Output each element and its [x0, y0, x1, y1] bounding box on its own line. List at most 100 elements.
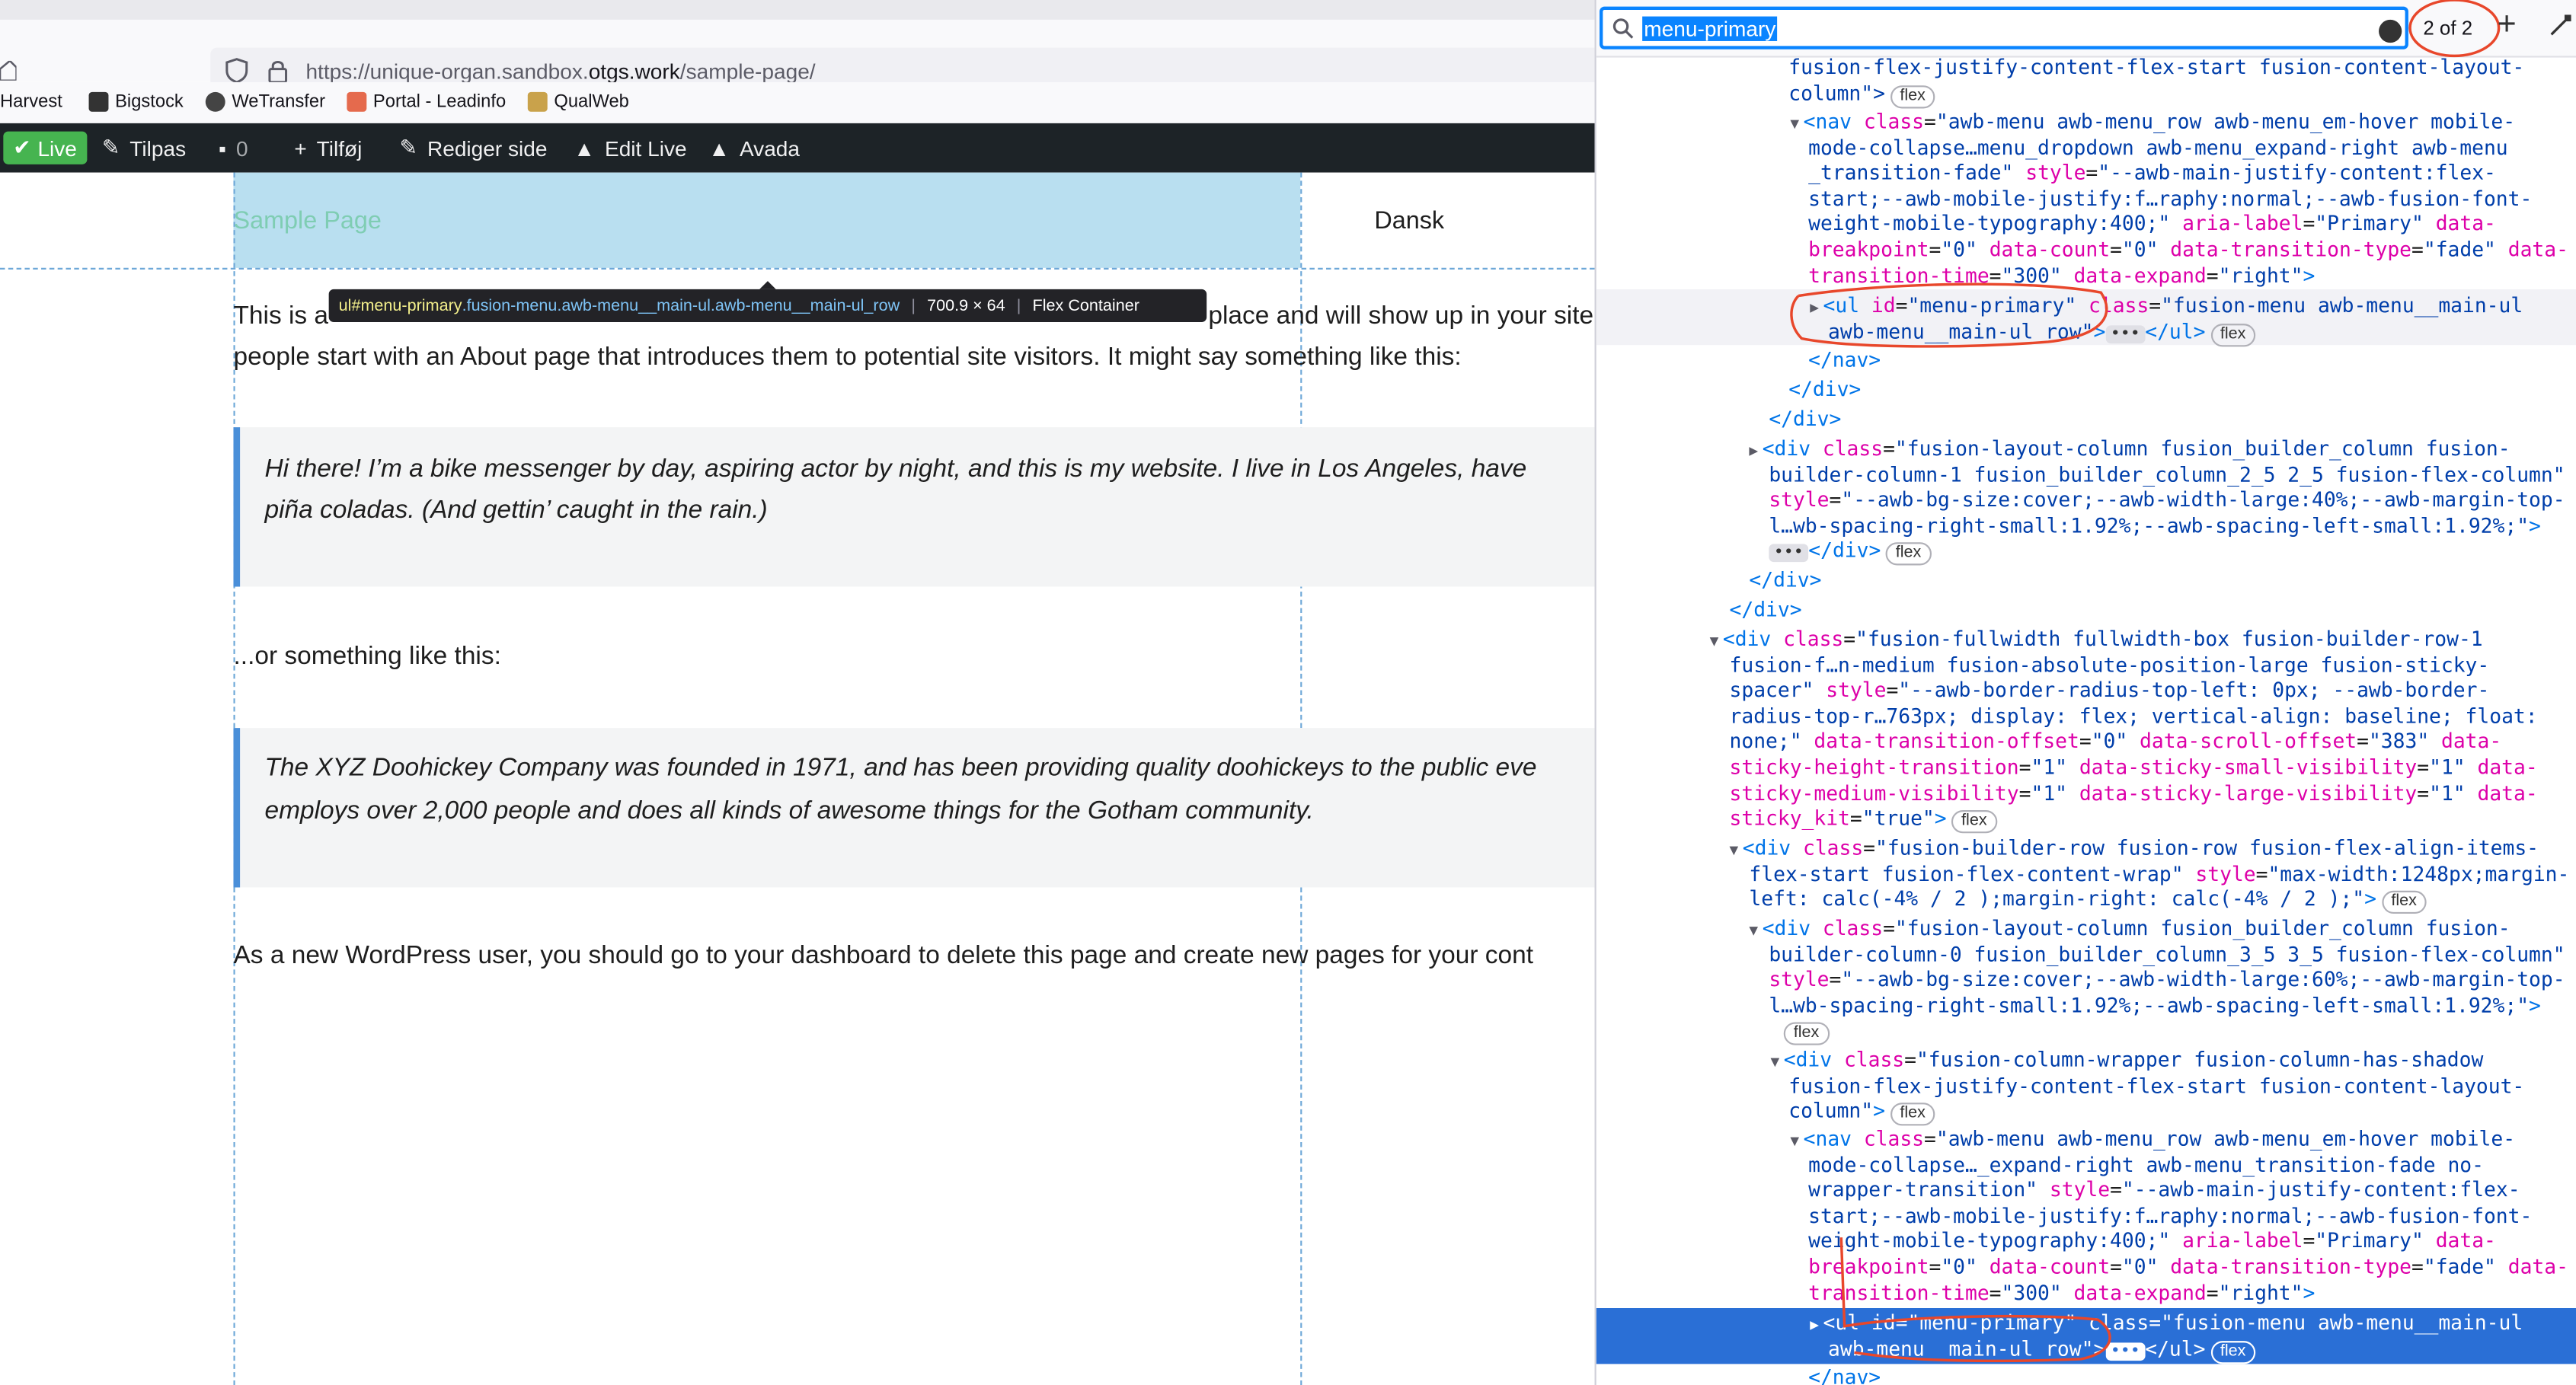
markup-line[interactable]: </div> — [1730, 598, 1802, 624]
bookmark-leadinfo[interactable]: Portal - Leadinfo — [347, 91, 506, 112]
markup-line[interactable]: style="--awb-bg-size:cover;--awb-width-l… — [1769, 488, 2565, 514]
markup-line[interactable]: ••• </div> flex — [1769, 540, 1932, 566]
markup-line[interactable]: </div> — [1749, 569, 1821, 595]
markup-line[interactable]: weight-mobile-typography:400;" aria-labe… — [1808, 212, 2496, 238]
language-switcher[interactable]: Dansk — [1374, 207, 1444, 235]
avada-label: Avada — [739, 136, 801, 161]
markup-line-div[interactable]: ▼ <div class="fusion-layout-column fusion… — [1749, 917, 2510, 943]
bookmark-harvest[interactable]: Harvest — [0, 92, 62, 112]
markup-line[interactable]: breakpoint="0" data-count="0" data-trans… — [1808, 238, 2568, 264]
lock-icon[interactable] — [267, 58, 289, 85]
edit-page-button[interactable]: ✎ Rediger side — [399, 123, 547, 173]
markup-line[interactable]: radius-top-r…763px; display: flex; verti… — [1730, 704, 2538, 730]
expand-arrow-icon[interactable]: ▼ — [1770, 1055, 1783, 1072]
inspector-tooltip: ul #menu-primary .fusion-menu.awb-menu__ma… — [328, 281, 1207, 323]
flex-badge[interactable]: flex — [1890, 1103, 1935, 1126]
markup-line[interactable]: sticky_kit="true"> flex — [1730, 807, 1997, 834]
quote-line: The XYZ Doohickey Company was founded in… — [264, 754, 1537, 783]
tooltip-size: 700.9 × 64 — [927, 296, 1005, 315]
search-input[interactable]: menu-primary — [1600, 6, 2408, 49]
customize-button[interactable]: ✎ Tilpas — [102, 123, 186, 173]
markup-line[interactable]: column"> flex — [1788, 81, 1935, 108]
markup-line-nav[interactable]: ▼ <nav class="awb-menu awb-menu_row awb-m… — [1790, 110, 2515, 136]
flex-badge[interactable]: flex — [2210, 1340, 2256, 1364]
markup-line[interactable]: none;" data-transition-offset="0" data-s… — [1730, 730, 2502, 756]
markup-line[interactable]: wrapper-transition" style="--awb-main-ju… — [1808, 1179, 2520, 1205]
add-new-button[interactable]: + Tilføj — [294, 123, 362, 173]
markup-line[interactable]: start;--awb-mobile-justify:f…raphy:norma… — [1808, 187, 2532, 213]
markup-line[interactable]: </nav> — [1808, 1366, 1881, 1385]
markup-line[interactable]: mode-collapse…menu_dropdown awb-menu_exp… — [1808, 136, 2508, 161]
shield-icon[interactable] — [225, 58, 248, 85]
annotation-circle — [2408, 0, 2501, 58]
markup-line[interactable]: builder-column-1 fusion_builder_column_2… — [1769, 463, 2565, 489]
markup-line[interactable]: start;--awb-mobile-justify:f…raphy:norma… — [1808, 1205, 2532, 1230]
markup-line-div[interactable]: ▼ <div class="fusion-builder-row fusion-r… — [1730, 837, 2539, 863]
markup-line[interactable]: l…wb-spacing-right-small:1.92%;--awb-spa… — [1769, 994, 2541, 1020]
comments-button[interactable]: ▪ 0 — [219, 123, 248, 173]
markup-line[interactable]: flex-start fusion-flex-content-wrap" sty… — [1749, 862, 2569, 888]
markup-line[interactable]: </div> — [1788, 378, 1861, 404]
expand-arrow-icon[interactable]: ▼ — [1790, 116, 1803, 133]
flex-badge[interactable]: flex — [1885, 543, 1932, 566]
markup-line[interactable]: builder-column-0 fusion_builder_column_3… — [1769, 943, 2565, 969]
add-icon[interactable]: + — [2497, 7, 2516, 45]
annotation-circle — [1839, 1237, 2111, 1363]
brush-icon: ✎ — [101, 134, 120, 160]
markup-line[interactable]: fusion-flex-justify-content-flex-start f… — [1788, 56, 2524, 81]
bookmark-wetransfer[interactable]: WeTransfer — [205, 91, 325, 112]
flex-badge[interactable]: flex — [2210, 323, 2256, 346]
blockquote-2: The XYZ Doohickey Company was founded in… — [233, 728, 1615, 888]
avada-logo-icon: ▲ — [708, 136, 730, 161]
markup-line[interactable]: _transition-fade" style="--awb-main-just… — [1808, 161, 2496, 187]
screen: https://unique-organ.sandbox.otgs.work/s… — [0, 0, 2576, 1385]
tooltip-separator: | — [911, 296, 916, 315]
avada-menu-button[interactable]: ▲ Avada — [708, 123, 800, 173]
live-button[interactable]: ✔ Live — [3, 123, 87, 173]
markup-line[interactable]: style="--awb-bg-size:cover;--awb-width-l… — [1769, 969, 2565, 994]
menu-item-sample-page[interactable]: Sample Page — [233, 207, 381, 235]
flex-badge[interactable]: flex — [2381, 891, 2427, 914]
markup-line-div[interactable]: ▼ <div class="fusion-column-wrapper fusio… — [1770, 1048, 2483, 1074]
home-icon[interactable] — [0, 60, 17, 81]
edit-live-button[interactable]: ▲ Edit Live — [574, 123, 686, 173]
markup-line[interactable]: flex — [1779, 1020, 1830, 1046]
bookmark-bigstock[interactable]: Bigstock — [88, 91, 184, 112]
eyedropper-icon[interactable] — [2550, 13, 2573, 36]
bigstock-icon — [88, 91, 109, 112]
markup-line[interactable]: spacer" style="--awb-border-radius-top-l… — [1730, 679, 2490, 705]
markup-line[interactable]: </nav> — [1808, 349, 1881, 375]
bookmark-qualweb[interactable]: QualWeb — [527, 91, 629, 112]
url-text[interactable]: https://unique-organ.sandbox.otgs.work/s… — [305, 59, 815, 84]
search-icon — [1612, 18, 1634, 39]
markup-line-div[interactable]: ▼ <div class="fusion-fullwidth fullwidth-… — [1710, 627, 2483, 653]
tooltip-type: Flex Container — [1032, 296, 1139, 315]
clear-icon[interactable] — [2379, 19, 2402, 43]
collapse-arrow-icon[interactable]: ▶ — [1749, 444, 1762, 461]
flex-badge[interactable]: flex — [1951, 810, 1997, 834]
markup-line[interactable]: fusion-f…n-medium fusion-absolute-positi… — [1730, 653, 2490, 679]
expand-arrow-icon[interactable]: ▼ — [1730, 843, 1743, 860]
expand-arrow-icon[interactable]: ▼ — [1749, 924, 1762, 940]
markup-line[interactable]: sticky-height-transition="1" data-sticky… — [1730, 756, 2538, 782]
paragraph-intro-line1-end: place and will show up in your site — [1208, 302, 1594, 330]
markup-line[interactable]: l…wb-spacing-right-small:1.92%;--awb-spa… — [1769, 514, 2541, 540]
markup-line-nav[interactable]: ▼ <nav class="awb-menu awb-menu_row awb-m… — [1790, 1128, 2515, 1154]
markup-line[interactable]: sticky-medium-visibility="1" data-sticky… — [1730, 781, 2538, 807]
markup-line[interactable]: </div> — [1769, 407, 1841, 433]
expand-arrow-icon[interactable]: ▼ — [1790, 1134, 1803, 1150]
markup-line[interactable]: mode-collapse…_expand-right awb-menu_tra… — [1808, 1153, 2484, 1179]
flex-badge[interactable]: flex — [1783, 1023, 1830, 1046]
markup-line[interactable]: column"> flex — [1788, 1099, 1935, 1126]
ellipsis-icon[interactable]: ••• — [1769, 544, 1809, 563]
tab-strip — [0, 0, 1595, 20]
markup-line[interactable]: fusion-flex-justify-content-flex-start f… — [1788, 1074, 2524, 1100]
url-path: /sample-page/ — [679, 59, 816, 85]
markup-line-div[interactable]: ▶ <div class="fusion-layout-column fusion… — [1749, 437, 2510, 463]
markup-line[interactable]: left: calc(-4% / 2 );margin-right: calc(… — [1749, 888, 2427, 914]
expand-arrow-icon[interactable]: ▼ — [1710, 634, 1723, 651]
paragraph-intro-line2: people start with an About page that int… — [233, 343, 1462, 372]
collapse-arrow-icon[interactable]: ▶ — [1810, 1318, 1823, 1335]
devtools-panel: menu-primary 2 of 2 + fusion-flex-justif… — [1594, 0, 2576, 1385]
flex-badge[interactable]: flex — [1890, 85, 1935, 108]
